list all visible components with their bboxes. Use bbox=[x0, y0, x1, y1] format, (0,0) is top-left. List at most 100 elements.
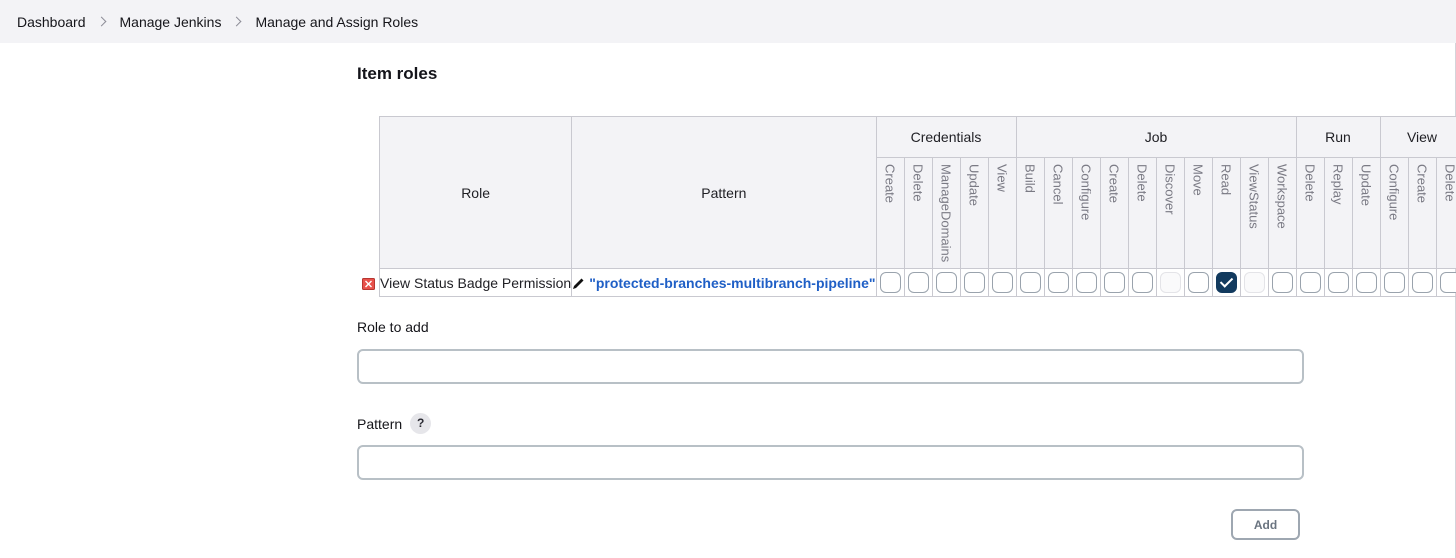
permission-label: Configure bbox=[1386, 164, 1402, 221]
item-roles-table-container[interactable]: Role Pattern Credentials Job Run View Creat… bbox=[379, 116, 1456, 298]
permission-cell bbox=[1435, 268, 1456, 297]
permission-cell bbox=[1295, 268, 1325, 297]
permission-header: Delete bbox=[1435, 157, 1456, 269]
permission-cell bbox=[1127, 268, 1157, 297]
permission-cell bbox=[987, 268, 1017, 297]
permission-checkbox[interactable] bbox=[1439, 272, 1456, 293]
permission-checkbox[interactable] bbox=[1103, 272, 1125, 293]
permission-checkbox[interactable] bbox=[879, 272, 901, 293]
role-to-add-label: Role to add bbox=[357, 319, 429, 335]
permission-cell bbox=[1267, 268, 1297, 297]
permission-cell bbox=[1351, 268, 1381, 297]
permission-label: Configure bbox=[1078, 164, 1094, 221]
permission-cell bbox=[1239, 268, 1269, 297]
permission-header: Cancel bbox=[1043, 157, 1073, 269]
permission-header: Replay bbox=[1323, 157, 1353, 269]
permission-group-header: View bbox=[1379, 116, 1456, 158]
permission-header: View bbox=[987, 157, 1017, 269]
permission-cell bbox=[1407, 268, 1437, 297]
permission-cell bbox=[1211, 268, 1241, 297]
permission-checkbox[interactable] bbox=[1299, 272, 1321, 293]
permission-label: Delete bbox=[1134, 164, 1150, 202]
permission-header: Create bbox=[1407, 157, 1437, 269]
chevron-right-icon bbox=[96, 16, 106, 27]
permission-label: ViewStatus bbox=[1246, 164, 1262, 229]
pattern-link[interactable]: "protected-branches-multibranch-pipeline… bbox=[589, 275, 875, 291]
delete-role-icon[interactable] bbox=[362, 278, 375, 290]
permission-checkbox[interactable] bbox=[1047, 272, 1069, 293]
permission-header: Build bbox=[1015, 157, 1045, 269]
permission-checkbox[interactable] bbox=[1355, 272, 1377, 293]
breadcrumb-dashboard[interactable]: Dashboard bbox=[17, 14, 86, 30]
permission-header: Configure bbox=[1379, 157, 1409, 269]
pattern-cell: "protected-branches-multibranch-pipeline… bbox=[571, 268, 877, 297]
permission-header: ViewStatus bbox=[1239, 157, 1269, 269]
permission-checkbox[interactable] bbox=[1187, 272, 1209, 293]
permission-cell bbox=[875, 268, 905, 297]
role-to-add-input[interactable] bbox=[357, 349, 1304, 384]
permission-label: Delete bbox=[1442, 164, 1456, 202]
permission-checkbox bbox=[1243, 272, 1265, 293]
permission-label: Workspace bbox=[1274, 164, 1290, 229]
permission-header: Update bbox=[959, 157, 989, 269]
permission-header: Delete bbox=[1295, 157, 1325, 269]
breadcrumb-manage-assign-roles[interactable]: Manage and Assign Roles bbox=[255, 14, 418, 30]
pencil-icon[interactable] bbox=[572, 277, 585, 290]
pattern-field-label: Pattern bbox=[357, 415, 403, 432]
permission-label: Create bbox=[1414, 164, 1430, 204]
permission-label: Build bbox=[1022, 164, 1038, 193]
permission-label: Cancel bbox=[1050, 164, 1066, 205]
permission-header: Move bbox=[1183, 157, 1213, 269]
permission-group-header: Credentials bbox=[875, 116, 1017, 158]
permission-header: Delete bbox=[1127, 157, 1157, 269]
permission-checkbox[interactable] bbox=[1327, 272, 1349, 293]
permission-cell bbox=[1183, 268, 1213, 297]
permission-checkbox[interactable] bbox=[1019, 272, 1041, 293]
permission-checkbox[interactable] bbox=[1383, 272, 1405, 293]
permission-checkbox[interactable] bbox=[1075, 272, 1097, 293]
section-title: Item roles bbox=[357, 64, 438, 83]
permission-checkbox[interactable] bbox=[1271, 272, 1293, 293]
permission-cell bbox=[959, 268, 989, 297]
permission-label: Create bbox=[882, 164, 898, 204]
permission-cell bbox=[1155, 268, 1185, 297]
permission-label: ManageDomains bbox=[938, 164, 954, 263]
permission-label: Discover bbox=[1162, 164, 1178, 215]
permission-checkbox[interactable] bbox=[963, 272, 985, 293]
permission-header: Workspace bbox=[1267, 157, 1297, 269]
permission-cell bbox=[1099, 268, 1129, 297]
permission-header: Read bbox=[1211, 157, 1241, 269]
chevron-right-icon bbox=[232, 16, 242, 27]
permission-label: View bbox=[994, 164, 1010, 192]
permission-header: Create bbox=[875, 157, 905, 269]
permission-cell bbox=[931, 268, 961, 297]
permission-label: Create bbox=[1106, 164, 1122, 204]
permission-header: ManageDomains bbox=[931, 157, 961, 269]
permission-label: Update bbox=[966, 164, 982, 206]
permission-checkbox[interactable] bbox=[907, 272, 929, 293]
permission-label: Delete bbox=[910, 164, 926, 202]
permission-group-header: Run bbox=[1295, 116, 1381, 158]
add-button[interactable]: Add bbox=[1231, 509, 1300, 540]
pattern-column-header: Pattern bbox=[571, 116, 877, 269]
permission-label: Update bbox=[1358, 164, 1374, 206]
permission-checkbox[interactable] bbox=[1215, 272, 1237, 293]
permission-checkbox[interactable] bbox=[935, 272, 957, 293]
role-name-cell: View Status Badge Permission bbox=[379, 268, 573, 297]
permission-header: Discover bbox=[1155, 157, 1185, 269]
permission-cell bbox=[1071, 268, 1101, 297]
permission-label: Replay bbox=[1330, 164, 1346, 205]
pattern-input[interactable] bbox=[357, 445, 1304, 480]
permission-label: Read bbox=[1218, 164, 1234, 196]
help-icon[interactable]: ? bbox=[410, 413, 432, 434]
permission-header: Create bbox=[1099, 157, 1129, 269]
item-roles-table: Role Pattern Credentials Job Run View Creat… bbox=[379, 116, 1456, 297]
permission-checkbox[interactable] bbox=[1131, 272, 1153, 293]
permission-checkbox[interactable] bbox=[991, 272, 1013, 293]
breadcrumb: Dashboard Manage Jenkins Manage and Assi… bbox=[0, 0, 1456, 43]
permission-checkbox[interactable] bbox=[1411, 272, 1433, 293]
pattern-field-label-row: Pattern ? bbox=[357, 413, 432, 434]
permission-cell bbox=[1379, 268, 1409, 297]
permission-header: Update bbox=[1351, 157, 1381, 269]
breadcrumb-manage-jenkins[interactable]: Manage Jenkins bbox=[120, 14, 222, 30]
